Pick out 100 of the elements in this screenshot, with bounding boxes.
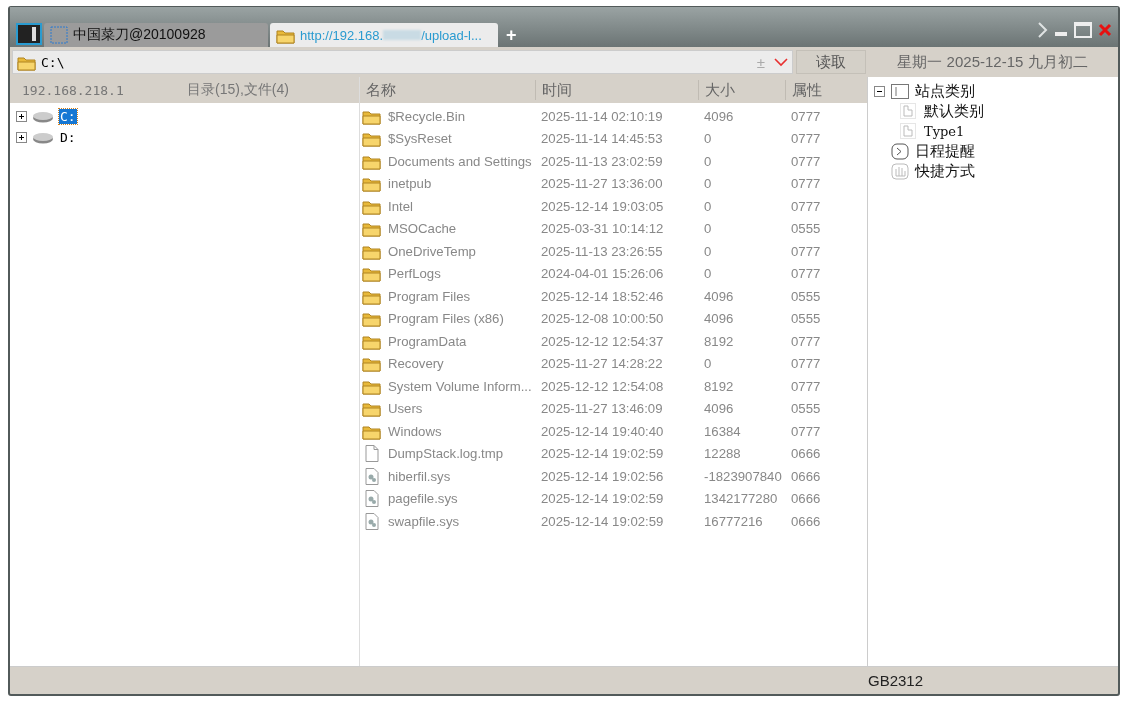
column-header[interactable]: 属性 <box>785 80 867 100</box>
file-size: 0 <box>703 153 713 169</box>
date-label: 星期一 2025-12-15 九月初二 <box>896 52 1089 72</box>
file-name[interactable]: Windows <box>388 423 442 439</box>
tree-item[interactable]: 日程提醒 <box>915 141 975 161</box>
column-header[interactable]: 大小 <box>698 80 785 100</box>
file-size: 0 <box>703 243 713 259</box>
tree-item[interactable]: 站点类别 <box>915 81 975 101</box>
file-name[interactable]: ProgramData <box>388 333 467 349</box>
tab[interactable]: http://192.168. /upload-l... <box>270 23 498 47</box>
dotted-frame-icon <box>50 26 68 44</box>
modified-time: 2025-12-14 18:52:46 <box>540 288 665 304</box>
file-name[interactable]: MSOCache <box>388 221 457 237</box>
file-name[interactable]: Program Files (x86) <box>388 311 504 327</box>
item-count: 目录(15),文件(4) <box>187 81 289 99</box>
read-button[interactable]: 读取 <box>796 50 866 74</box>
file-attributes: 0777 <box>790 198 822 214</box>
file-size: 16384 <box>703 423 742 439</box>
file-attributes: 0777 <box>790 423 822 439</box>
column-header[interactable]: 名称 <box>360 80 535 100</box>
history-mark[interactable]: ± <box>752 53 769 71</box>
modified-time: 2025-12-14 19:03:05 <box>540 198 665 214</box>
file-name[interactable]: Program Files <box>388 288 471 304</box>
tab[interactable]: 中国菜刀@20100928 <box>44 23 268 47</box>
modified-time: 2025-11-13 23:26:55 <box>540 243 664 259</box>
modified-time: 2025-11-13 23:02:59 <box>540 153 664 169</box>
file-attributes: 0666 <box>790 513 822 529</box>
file-name[interactable]: Documents and Settings <box>388 153 532 169</box>
file-name[interactable]: Intel <box>388 198 413 214</box>
file-size: 0 <box>703 131 713 147</box>
file-attributes: 0777 <box>790 333 822 349</box>
file-size: 4096 <box>703 311 735 327</box>
page-icon <box>900 102 918 120</box>
file-name[interactable]: pagefile.sys <box>388 491 458 507</box>
file-attributes: 0555 <box>790 401 822 417</box>
file-attributes: 0777 <box>790 356 822 372</box>
modified-time: 2025-11-27 14:28:22 <box>540 356 664 372</box>
folder-icon <box>362 355 381 373</box>
file-size: 0 <box>703 356 713 372</box>
maximize-icon[interactable] <box>1074 22 1092 38</box>
encoding-label: GB2312 <box>868 672 924 689</box>
modified-time: 2025-11-27 13:46:09 <box>540 401 664 417</box>
file-attributes: 0666 <box>790 491 822 507</box>
modified-time: 2025-03-31 10:14:12 <box>540 221 665 237</box>
path-field[interactable]: C:\ ± <box>12 50 793 74</box>
file-name[interactable]: hiberfil.sys <box>388 468 451 484</box>
file-attributes: 0777 <box>790 266 822 282</box>
modified-time: 2025-12-14 19:02:56 <box>540 468 665 484</box>
file-name[interactable]: OneDriveTemp <box>388 243 476 259</box>
file-size: 0 <box>703 221 713 237</box>
file-name[interactable]: Users <box>388 401 423 417</box>
file-name[interactable]: $Recycle.Bin <box>388 108 465 124</box>
modified-time: 2025-12-14 19:40:40 <box>540 423 665 439</box>
modified-time: 2025-11-27 13:36:00 <box>540 176 664 192</box>
modified-time: 2025-12-14 19:02:59 <box>540 446 665 462</box>
file-size: 0 <box>703 176 713 192</box>
expand-icon[interactable] <box>16 132 27 143</box>
file-attributes: 0666 <box>790 446 822 462</box>
expand-icon[interactable] <box>16 111 27 122</box>
folder-icon <box>362 400 381 418</box>
file-attributes: 0777 <box>790 108 822 124</box>
file-name[interactable]: swapfile.sys <box>388 513 460 529</box>
tree-item[interactable]: Type1 <box>924 123 965 139</box>
file-size: 8192 <box>703 378 735 394</box>
host-address: 192.168.218.1 <box>22 82 125 98</box>
folder-icon <box>362 265 381 283</box>
modified-time: 2025-11-14 14:45:53 <box>540 131 664 147</box>
tab-title: http://192.168. /upload-l... <box>300 27 482 43</box>
drive-item[interactable]: D: <box>59 130 77 145</box>
file-size: 4096 <box>703 288 735 304</box>
clock-icon <box>891 142 909 160</box>
frame-icon <box>891 82 909 100</box>
file-name[interactable]: inetpub <box>388 176 432 192</box>
file-name[interactable]: DumpStack.log.tmp <box>388 446 504 462</box>
file-name[interactable]: System Volume Inform... <box>388 378 532 394</box>
modified-time: 2025-12-14 19:02:59 <box>540 513 665 529</box>
collapse-icon[interactable] <box>874 85 885 97</box>
file-size: 1342177280 <box>703 491 779 507</box>
column-header[interactable]: 时间 <box>535 80 698 100</box>
file-attributes: 0555 <box>790 288 822 304</box>
panel-toggle-icon[interactable] <box>16 23 42 45</box>
page-icon <box>900 122 918 140</box>
file-size: 4096 <box>703 108 735 124</box>
folder-icon <box>362 175 381 193</box>
drive-item[interactable]: C: <box>59 109 77 124</box>
file-size: 16777216 <box>703 513 764 529</box>
file-name[interactable]: $SysReset <box>388 131 452 147</box>
folder-icon <box>362 310 381 328</box>
chevron-right-icon[interactable] <box>1036 21 1048 39</box>
file-name[interactable]: PerfLogs <box>388 266 441 282</box>
drive-icon <box>32 110 54 123</box>
tree-item[interactable]: 快捷方式 <box>915 161 975 181</box>
file-name[interactable]: Recovery <box>388 356 444 372</box>
file-attributes: 0777 <box>790 176 822 192</box>
modified-time: 2025-12-08 10:00:50 <box>540 311 665 327</box>
dropdown-caret-icon[interactable] <box>774 57 788 67</box>
tree-item[interactable]: 默认类别 <box>924 101 984 121</box>
modified-time: 2025-11-14 02:10:19 <box>540 108 664 124</box>
new-tab-button[interactable]: + <box>500 23 523 47</box>
modified-time: 2025-12-12 12:54:37 <box>540 333 665 349</box>
